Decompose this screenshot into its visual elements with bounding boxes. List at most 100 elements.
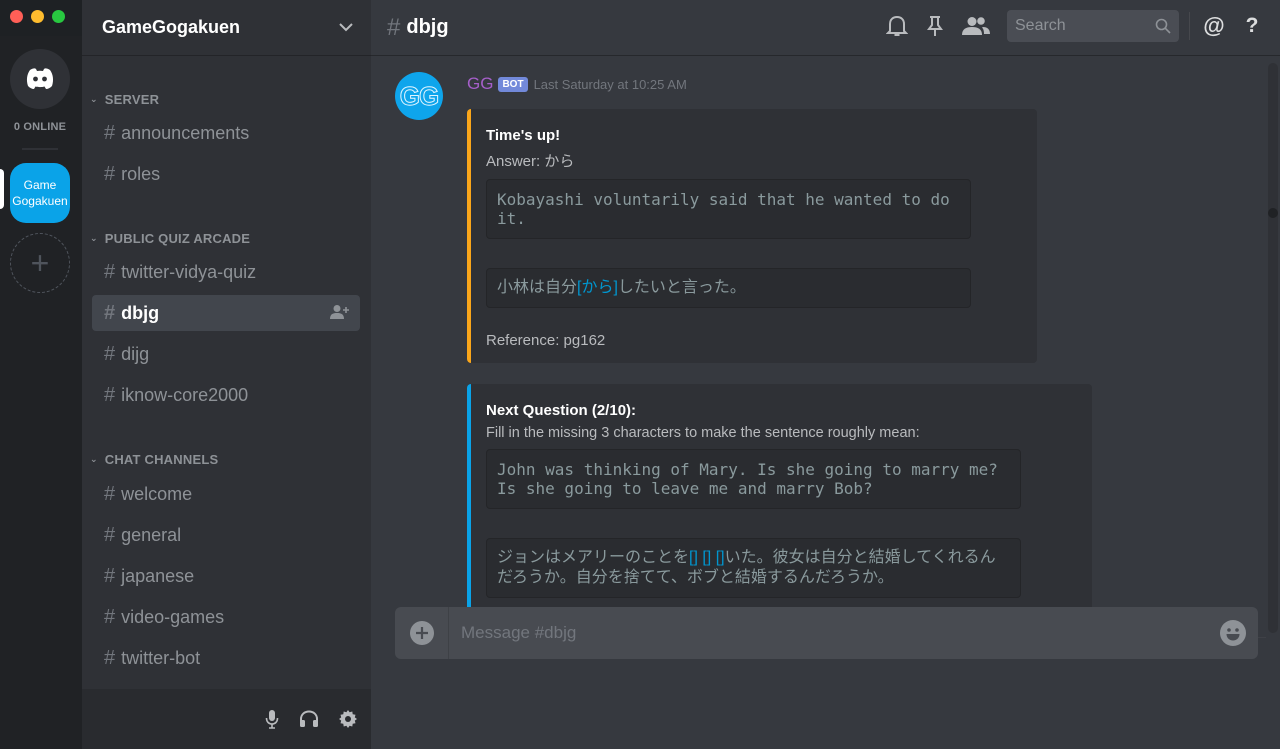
embed-title: Next Question (2/10): [486,402,637,419]
embed-reference: Reference: pg162 [486,332,606,349]
channel-label: dijg [121,343,150,364]
online-count: 0 ONLINE [13,121,67,133]
upload-button[interactable] [395,607,449,659]
help-button[interactable]: ? [1240,14,1264,38]
japanese-sentence-block: ジョンはメアリーのことを[] [] []いた。彼女は自分と結婚してくれるんだろう… [486,538,1021,598]
channel-label: roles [121,163,161,184]
settings-gear-icon[interactable] [339,710,357,728]
close-window-button[interactable] [10,10,23,23]
channel-list: ⌄ SERVER # announcements # roles ⌄ PUBLIC … [82,56,371,689]
chevron-down-icon [339,23,353,32]
embed-answer: Time's up! Answer: から Kobayashi voluntar… [467,109,1037,363]
hash-icon: # [387,13,401,41]
channel-dijg[interactable]: # dijg [92,336,360,372]
hash-icon: # [104,121,116,144]
guild-header[interactable]: GameGogakuen [82,0,371,56]
microphone-icon[interactable] [265,709,279,729]
member-list-button[interactable] [961,14,991,38]
category-label: PUBLIC QUIZ ARCADE [104,231,251,246]
japanese-text: ジョンはメアリーのことを [497,549,690,566]
hash-icon: # [104,605,116,628]
home-button[interactable] [10,49,70,109]
chevron-down-icon: ⌄ [90,454,98,464]
discord-logo-icon [26,68,54,89]
hash-icon: # [104,301,116,324]
channel-announcements[interactable]: # announcements [92,115,360,151]
category-label: CHAT CHANNELS [104,452,219,467]
notifications-button[interactable] [885,14,909,38]
emoji-picker-button[interactable] [1208,620,1258,646]
message-header: GG BOT Last Saturday at 10:25 AM [467,74,687,94]
japanese-text: したいと言った。 [617,279,746,296]
category-label: SERVER [104,92,160,107]
mention-icon: @ [1203,13,1225,38]
channel-label: welcome [121,483,193,504]
channel-video-games[interactable]: # video-games [92,599,360,635]
rail-divider [22,148,58,150]
server-game-gogakuen[interactable]: Game Gogakuen [10,163,70,223]
channel-dbjg[interactable]: # dbjg [92,295,360,331]
japanese-sentence-block: 小林は自分[から]したいと言った。 [486,268,971,308]
channel-sidebar: GameGogakuen ⌄ SERVER # announcements # ro… [82,0,371,749]
header-toolbar: @ ? [871,10,1264,42]
answer-blank: [] [] [] [689,549,725,566]
chevron-down-icon: ⌄ [90,94,98,104]
embed-next-question: Next Question (2/10): Fill in the missin… [467,384,1092,614]
embed-description: Answer: から [486,153,575,170]
scrollbar-thumb[interactable] [1268,208,1278,218]
channel-twitter-vidya-quiz[interactable]: # twitter-vidya-quiz [92,254,360,290]
channel-label: iknow-core2000 [121,384,249,405]
hash-icon: # [104,482,116,505]
guild-name: GameGogakuen [102,17,241,37]
embed-title: Time's up! [486,127,561,144]
hash-icon: # [104,260,116,283]
author-name[interactable]: GG [467,74,493,94]
pinned-messages-button[interactable] [923,14,947,38]
channel-header: # dbjg @ [371,0,1280,56]
chevron-down-icon: ⌄ [90,233,98,243]
hash-icon: # [104,646,116,669]
create-invite-icon[interactable] [330,304,350,320]
message-composer [395,607,1258,659]
bot-badge: BOT [498,76,528,92]
server-rail: 0 ONLINE Game Gogakuen + [0,0,82,749]
channel-general[interactable]: # general [92,517,360,553]
message-scrollbar[interactable] [1268,63,1278,633]
channel-japanese[interactable]: # japanese [92,558,360,594]
hash-icon: # [104,564,116,587]
channel-label: video-games [121,606,225,627]
members-icon [962,17,990,35]
hash-icon: # [104,523,116,546]
channel-title: dbjg [406,16,449,38]
add-attachment-icon [409,621,434,645]
bell-icon [886,15,908,36]
bot-avatar[interactable]: GG [395,72,443,120]
maximize-window-button[interactable] [52,10,65,23]
category-public-quiz-arcade[interactable]: ⌄ PUBLIC QUIZ ARCADE [90,231,250,246]
category-server[interactable]: ⌄ SERVER [90,92,159,107]
channel-label: dbjg [121,302,160,323]
channel-welcome[interactable]: # welcome [92,476,360,512]
channel-twitter-bot[interactable]: # twitter-bot [92,640,360,676]
toolbar-divider [1189,12,1190,40]
channel-label: japanese [121,565,195,586]
category-chat-channels[interactable]: ⌄ CHAT CHANNELS [90,452,218,467]
channel-label: twitter-vidya-quiz [121,261,257,282]
mentions-button[interactable]: @ [1202,13,1226,38]
search-icon [1155,18,1171,34]
channel-iknow-core2000[interactable]: # iknow-core2000 [92,377,360,413]
message-timestamp: Last Saturday at 10:25 AM [533,76,687,92]
headphones-icon[interactable] [299,710,319,728]
add-server-button[interactable]: + [10,233,70,293]
search-input[interactable] [1015,17,1145,35]
message-list: GG GG BOT Last Saturday at 10:25 AM Time… [371,57,1266,638]
message-input[interactable] [449,623,1208,643]
user-controls-bar [82,689,371,749]
channel-roles[interactable]: # roles [92,156,360,192]
minimize-window-button[interactable] [31,10,44,23]
selected-server-indicator [0,169,4,209]
hash-icon: # [104,383,116,406]
pin-icon [927,16,943,36]
english-sentence-block: Kobayashi voluntarily said that he wante… [486,179,971,239]
search-box[interactable] [1007,10,1179,42]
